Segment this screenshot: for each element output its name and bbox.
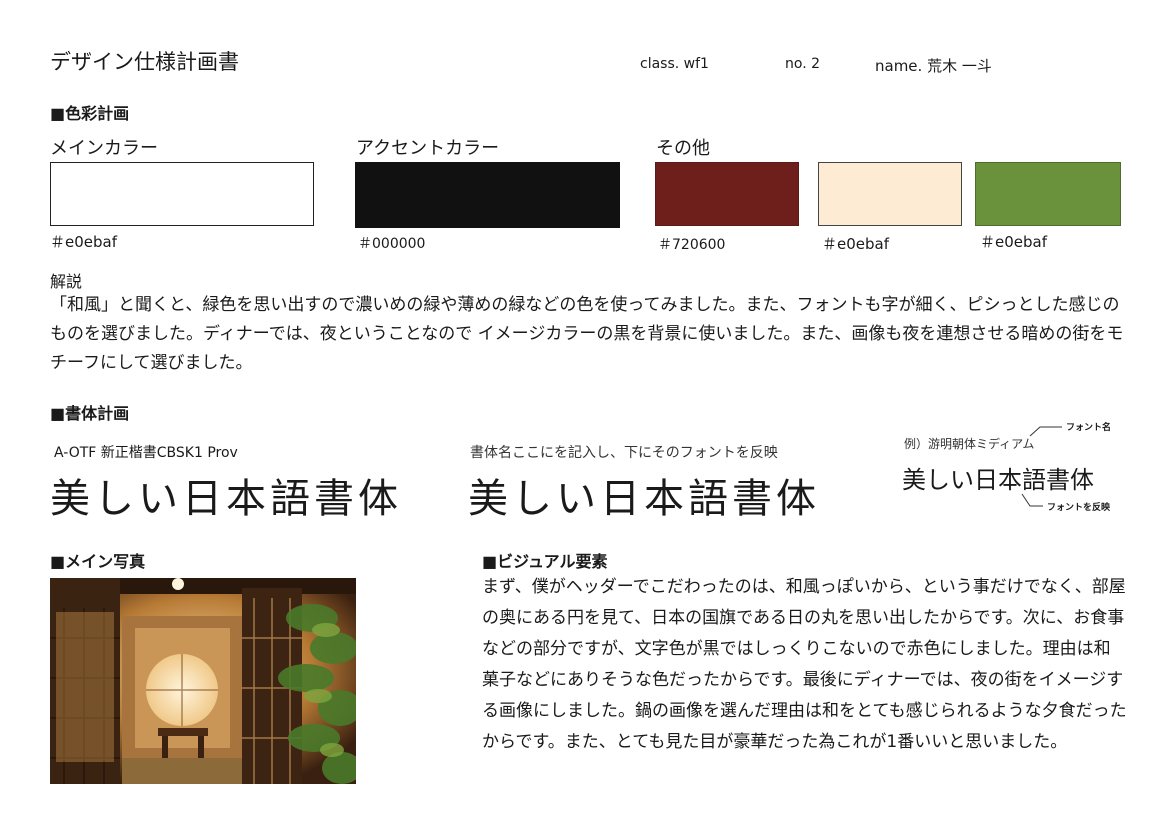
font-name-leader-line [1029,426,1062,437]
meta-class: class. wf1 [640,56,709,72]
meta-author-name: name. 荒木 一斗 [875,57,992,75]
other-color-label: その他 [656,138,710,159]
page-title: デザイン仕様計画書 [50,50,239,74]
other-color-code-red: ＃720600 [658,237,726,253]
font-plan-heading: ■書体計画 [50,404,130,423]
meta-number: no. 2 [785,56,820,72]
visual-elements-text: まず、僕がヘッダーでこだわったのは、和風っぽいから、という事だけでなく、部屋の奥… [482,577,1127,752]
font2-sample-text: 美しい日本語書体 [468,476,820,522]
example-font-label: 例）游明朝体ミディアム [904,437,1035,451]
other-color-swatch-cream [818,162,962,226]
font2-name: 書体名ここにを記入し、下にそのフォントを反映 [470,445,778,461]
color-plan-heading: ■色彩計画 [50,104,130,123]
explanation-label: 解説 [50,272,83,291]
other-color-code-cream: ＃e0ebaf [822,235,889,253]
font1-name: A-OTF 新正楷書CBSK1 Prov [54,445,238,461]
visual-elements-heading: ■ビジュアル要素 [482,552,608,571]
explanation-text: 「和風」と聞くと、緑色を思い出すので濃いめの緑や薄めの緑などの色を使ってみました… [50,295,1124,373]
main-color-code: ＃e0ebaf [50,233,117,251]
other-color-swatch-green [975,162,1121,226]
note-font-reflect: フォントを反映 [1047,503,1111,513]
accent-color-code: ＃000000 [358,236,426,252]
main-color-label: メインカラー [50,138,158,159]
accent-color-swatch [355,162,620,228]
main-photo [50,578,356,784]
other-color-swatch-red [655,162,799,226]
font1-sample-text: 美しい日本語書体 [50,476,402,522]
other-color-code-green: ＃e0ebaf [980,233,1047,251]
main-color-swatch [50,162,314,226]
note-font-name: フォント名 [1066,423,1112,433]
main-photo-heading: ■メイン写真 [50,552,146,571]
font-reflect-leader-line [1021,493,1043,507]
accent-color-label: アクセントカラー [356,138,500,159]
japanese-room-photo [50,578,356,784]
example-sample-text: 美しい日本語書体 [902,466,1094,494]
